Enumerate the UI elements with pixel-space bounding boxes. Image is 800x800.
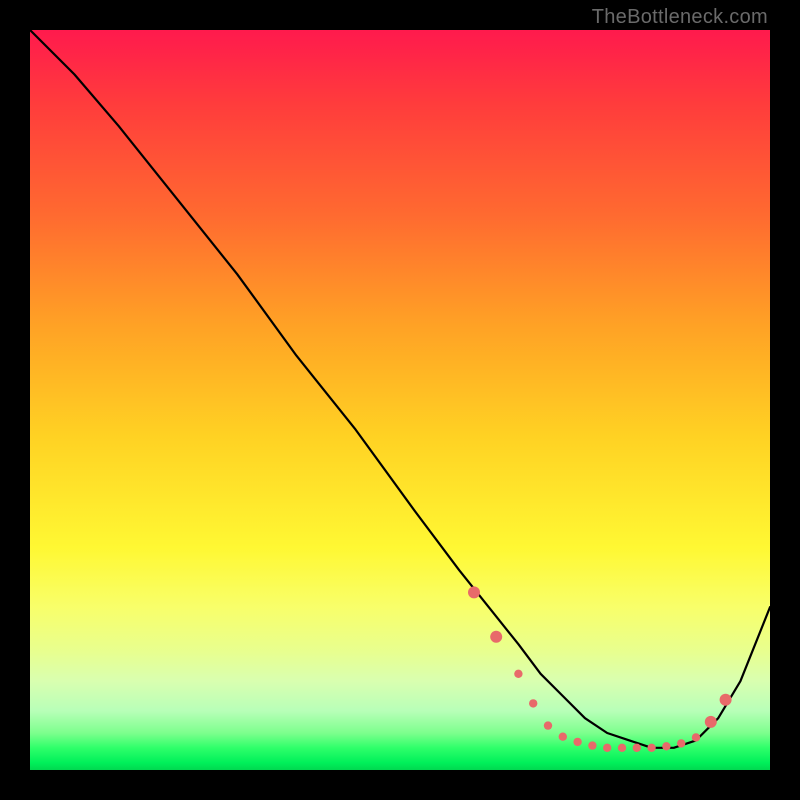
curve-svg [30, 30, 770, 770]
marker-dot [662, 742, 670, 750]
marker-dot [720, 694, 732, 706]
marker-dot [559, 733, 567, 741]
marker-dot [692, 733, 700, 741]
marker-dot [618, 744, 626, 752]
marker-dot [705, 716, 717, 728]
marker-dot [573, 738, 581, 746]
marker-dot [647, 744, 655, 752]
marker-dot [468, 586, 480, 598]
marker-dot [529, 699, 537, 707]
marker-dot [633, 744, 641, 752]
marker-dot [490, 631, 502, 643]
chart-frame: TheBottleneck.com [0, 0, 800, 800]
marker-dot [588, 741, 596, 749]
marker-dot [514, 670, 522, 678]
bottleneck-curve [30, 30, 770, 748]
marker-dot [544, 721, 552, 729]
marker-dot [603, 744, 611, 752]
plot-area [30, 30, 770, 770]
marker-dot [677, 739, 685, 747]
watermark-label: TheBottleneck.com [592, 6, 768, 29]
